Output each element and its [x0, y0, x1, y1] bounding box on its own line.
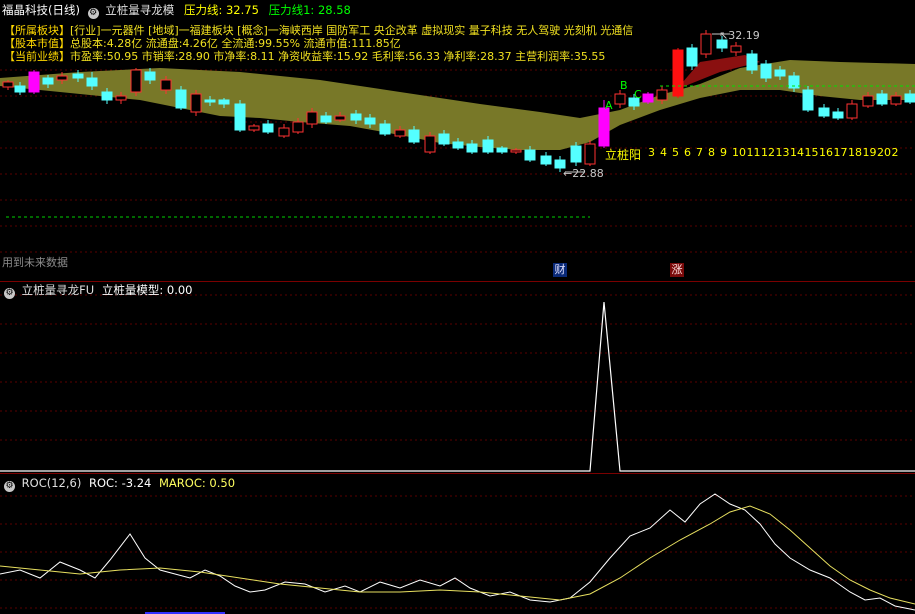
- low-price-label: ←22.88: [563, 167, 604, 180]
- perf-row: 【当前业绩】市盈率:50.95 市销率:28.90 市净率:8.11 净资收益率…: [4, 50, 606, 64]
- candle: [130, 68, 142, 96]
- lzy-number: 3: [648, 146, 655, 159]
- roc-chart[interactable]: [0, 474, 915, 614]
- candle: [248, 124, 260, 132]
- candle: [730, 42, 742, 56]
- sub1-header: ⚙ 立桩量寻龙FU 立桩量模型: 0.00: [0, 283, 193, 299]
- high-price-value: 32.19: [728, 29, 760, 42]
- candle: [642, 92, 654, 104]
- lzy-number: 11: [746, 146, 761, 159]
- sub2-header: ⚙ ROC(12,6) ROC: -3.24 MAROC: 0.50: [0, 476, 235, 492]
- lzy-number: 16: [819, 146, 833, 159]
- marker-b: B: [620, 79, 628, 92]
- candle: [190, 90, 202, 116]
- sector-row: 【所属板块】[行业]一元器件 [地域]一福建板块 [概念]一海峡西岸 国防军工 …: [4, 24, 634, 38]
- gear-icon[interactable]: ⚙: [4, 481, 15, 492]
- lzl-indicator-pane[interactable]: ⚙ 立桩量寻龙FU 立桩量模型: 0.00: [0, 282, 915, 473]
- sub2-name[interactable]: ROC(12,6): [22, 476, 82, 490]
- lzy-number: 12: [761, 146, 775, 159]
- maroc-line: [0, 505, 915, 605]
- future-data-note: 用到未来数据: [2, 256, 68, 269]
- roc-label: ROC:: [88, 476, 118, 490]
- maroc-value: 0.50: [209, 476, 236, 490]
- candle: [2, 80, 14, 90]
- pressure-value: 32.75: [225, 3, 259, 17]
- candle: [278, 124, 290, 138]
- lzy-number: 9: [720, 146, 727, 159]
- maroc-label: MAROC:: [159, 476, 206, 490]
- candle: [818, 104, 830, 118]
- indicator-name[interactable]: 立桩量寻龙模: [105, 3, 174, 17]
- candle: [614, 90, 626, 108]
- lzy-number: 17: [833, 146, 848, 159]
- sector-value: [行业]一元器件 [地域]一福建板块 [概念]一海峡西岸 国防军工 央企改革 虚…: [70, 24, 634, 37]
- gear-icon[interactable]: ⚙: [4, 288, 15, 299]
- lzy-number: 13: [775, 146, 790, 159]
- candle: [686, 44, 698, 70]
- candle: [570, 142, 582, 166]
- candle: [802, 86, 814, 112]
- cap-row: 【股本市值】总股本:4.28亿 流通盘:4.26亿 全流通:99.55% 流通市…: [4, 37, 401, 51]
- candle: [746, 50, 758, 74]
- lzy-number: 4: [660, 146, 667, 159]
- candle: [584, 140, 596, 166]
- main-chart-pane[interactable]: 福晶科技(日线) ⚙ 立桩量寻龙模 压力线: 32.75 压力线1: 28.58…: [0, 0, 915, 281]
- candle: [832, 108, 844, 120]
- roc-indicator-pane[interactable]: ⚙ ROC(12,6) ROC: -3.24 MAROC: 0.50: [0, 474, 915, 614]
- candle: [540, 152, 552, 166]
- sector-key: 【所属板块】: [4, 24, 70, 37]
- cap-value: 总股本:4.28亿 流通盘:4.26亿 全流通:99.55% 流通市值:111.…: [70, 37, 401, 50]
- candle: [672, 48, 684, 98]
- candle: [700, 30, 712, 58]
- perf-key: 【当前业绩】: [4, 50, 70, 63]
- lzy-number: 2: [891, 146, 899, 159]
- perf-value: 市盈率:50.95 市销率:28.90 市净率:8.11 净资收益率:15.92…: [70, 50, 606, 63]
- lzy-row: 立桩阳: [605, 146, 641, 163]
- main-header: 福晶科技(日线) ⚙ 立桩量寻龙模 压力线: 32.75 压力线1: 28.58: [2, 3, 351, 19]
- pressure1-value: 28.58: [317, 3, 351, 17]
- badge-zhang[interactable]: 涨: [670, 263, 684, 277]
- lzy-number: 6: [684, 146, 691, 159]
- lzy-label: 立桩阳: [605, 148, 642, 162]
- lzy-number: 20: [877, 146, 891, 159]
- marker-c: C: [634, 88, 642, 101]
- lzy-number: 18: [848, 146, 862, 159]
- low-price-value: 22.88: [572, 167, 604, 180]
- lzy-number: 19: [862, 146, 877, 159]
- candle: [175, 86, 187, 110]
- lzy-number: 10: [732, 146, 746, 159]
- lzy-number: 14: [790, 146, 804, 159]
- lzy-number: 8: [708, 146, 715, 159]
- marker-a: A: [605, 99, 613, 112]
- roc-value: -3.24: [121, 476, 152, 490]
- high-price-label: ↖32.19: [719, 29, 760, 42]
- candle: [846, 100, 858, 120]
- lzl-spike-line: [0, 301, 915, 472]
- candle: [234, 100, 246, 132]
- cap-key: 【股本市值】: [4, 37, 70, 50]
- candle: [28, 70, 40, 94]
- sub1-name[interactable]: 立桩量寻龙FU: [22, 283, 95, 297]
- sub1-label: 立桩量模型:: [101, 283, 164, 297]
- lzy-number: 15: [804, 146, 819, 159]
- pressure1-label: 压力线1:: [268, 3, 315, 17]
- sub1-value: 0.00: [166, 283, 193, 297]
- lzy-number: 7: [696, 146, 703, 159]
- pressure-label: 压力线:: [183, 3, 223, 17]
- lzy-number: 5: [672, 146, 679, 159]
- roc-line: [0, 493, 915, 611]
- gear-icon[interactable]: ⚙: [87, 8, 99, 19]
- lzy-numbers: 3 4 5 6 7 8 9 10 11 12 13 14 15 16 17 18 19 20 2: [648, 146, 915, 160]
- badge-cai[interactable]: 财: [553, 263, 567, 277]
- stock-title: 福晶科技(日线): [2, 3, 80, 17]
- lzl-indicator-chart[interactable]: [0, 282, 915, 473]
